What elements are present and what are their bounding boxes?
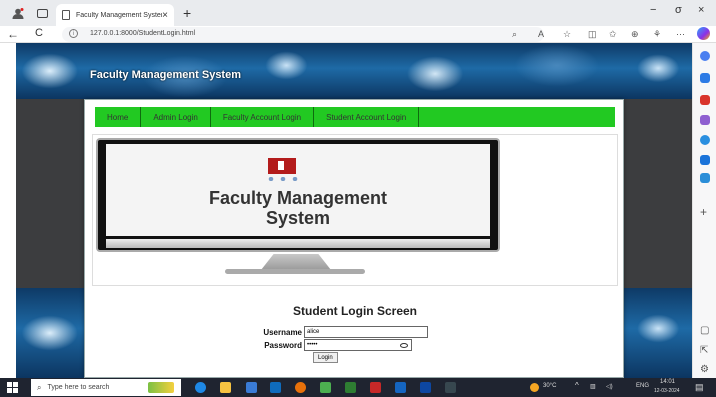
language-indicator[interactable]: ENG	[636, 383, 649, 389]
logo-dots	[268, 177, 298, 181]
outlook-icon[interactable]	[700, 155, 710, 165]
shopping-icon[interactable]	[700, 73, 710, 83]
clock-date[interactable]: 12-03-2024	[654, 388, 680, 394]
notifications-icon[interactable]: ▤	[695, 382, 704, 393]
minimize-button[interactable]: −	[650, 4, 656, 16]
browser-sidebar: + ▢ ⇱ ⚙	[692, 43, 716, 378]
browser-address-bar: ← C i 127.0.0.1:8000/StudentLogin.html ⌕…	[0, 26, 716, 43]
monitor-screen: Faculty Management System	[106, 144, 490, 236]
start-button-icon[interactable]	[7, 382, 18, 393]
login-title: Student Login Screen	[292, 304, 417, 318]
monitor-graphic: Faculty Management System	[96, 138, 500, 252]
app-icon-6[interactable]	[320, 382, 331, 393]
office-icon[interactable]	[700, 135, 710, 145]
nav-admin-login[interactable]: Admin Login	[141, 107, 211, 127]
monitor-base	[225, 269, 365, 274]
favorites-icon[interactable]: ✩	[609, 29, 617, 40]
drop-icon[interactable]	[700, 173, 710, 183]
split-screen-icon[interactable]: ◫	[588, 29, 597, 40]
split-window-icon[interactable]: ▢	[700, 325, 709, 336]
file-explorer-icon[interactable]	[220, 382, 231, 393]
tools-icon[interactable]	[700, 95, 710, 105]
show-password-icon[interactable]	[400, 342, 408, 348]
add-sidebar-icon[interactable]: +	[700, 205, 707, 219]
store-app-icon[interactable]	[246, 382, 257, 393]
weather-icon[interactable]	[530, 383, 539, 392]
app-icon-9[interactable]	[395, 382, 406, 393]
search-placeholder: Type here to search	[47, 384, 110, 391]
edge-app-icon[interactable]	[195, 382, 206, 393]
password-row: Password •••••	[260, 339, 412, 351]
vscode-app-icon[interactable]	[420, 382, 431, 393]
username-input[interactable]: alice	[304, 326, 428, 338]
password-label: Password	[264, 340, 302, 350]
site-info-icon[interactable]: i	[69, 29, 78, 38]
username-label: Username	[263, 327, 302, 337]
sidebar-settings-icon[interactable]: ⚙	[700, 364, 709, 375]
tab-close-button[interactable]: ×	[162, 10, 168, 21]
tab-actions-icon[interactable]	[37, 9, 48, 18]
search-page-icon[interactable]: ⌕	[512, 29, 517, 40]
banner-title-line1: Faculty Management	[208, 188, 388, 208]
nav-home[interactable]: Home	[95, 107, 142, 127]
favorite-star-icon[interactable]: ☆	[563, 29, 571, 40]
page-viewport: Faculty Management System Home Admin Log…	[16, 43, 692, 378]
chrome-app-icon[interactable]	[295, 382, 306, 393]
mail-app-icon[interactable]	[270, 382, 281, 393]
extensions-icon[interactable]: ⚘	[653, 29, 661, 40]
network-icon[interactable]: ▥	[590, 383, 596, 390]
monitor-chin	[106, 239, 490, 248]
monitor-stand	[261, 254, 331, 270]
more-icon[interactable]: ⋯	[676, 29, 685, 40]
presenter-logo-icon	[268, 158, 296, 174]
nav-faculty-login[interactable]: Faculty Account Login	[211, 107, 315, 127]
read-aloud-icon[interactable]: A	[538, 29, 544, 39]
username-row: Username alice	[260, 326, 428, 338]
volume-icon[interactable]: ◁)	[606, 383, 613, 390]
new-tab-button[interactable]: +	[183, 5, 191, 21]
terminal-app-icon[interactable]	[445, 382, 456, 393]
clock-time[interactable]: 14:01	[660, 379, 675, 385]
login-button[interactable]: Login	[313, 352, 338, 363]
restore-button[interactable]: σ	[675, 4, 682, 16]
nav-menu: Home Admin Login Faculty Account Login S…	[95, 107, 615, 127]
password-input[interactable]: •••••	[304, 339, 412, 351]
tray-overflow-icon[interactable]: ^	[575, 381, 579, 390]
back-button[interactable]: ←	[7, 27, 19, 41]
browser-tab-active[interactable]: Faculty Management System ×	[56, 4, 174, 26]
weather-temp[interactable]: 30°C	[543, 383, 556, 389]
banner-image: Faculty Management System	[92, 134, 618, 286]
app-icon-8[interactable]	[370, 382, 381, 393]
url-text: 127.0.0.1:8000/StudentLogin.html	[90, 30, 196, 37]
search-highlight-icon[interactable]	[148, 382, 174, 393]
collections-icon[interactable]: ⊕	[631, 29, 639, 40]
url-input[interactable]: i 127.0.0.1:8000/StudentLogin.html	[62, 27, 544, 42]
password-value: •••••	[307, 342, 318, 348]
games-icon[interactable]	[700, 115, 710, 125]
page-icon	[62, 10, 70, 20]
refresh-button[interactable]: C	[35, 27, 43, 39]
nav-student-login[interactable]: Student Account Login	[314, 107, 420, 127]
copilot-icon[interactable]	[697, 27, 710, 40]
tab-title: Faculty Management System	[76, 11, 163, 19]
windows-taskbar: ⌕ Type here to search 30°C ^ ▥ ◁) ENG 14…	[0, 378, 716, 397]
search-sidebar-icon[interactable]	[700, 51, 710, 61]
search-icon: ⌕	[37, 382, 42, 392]
profile-icon[interactable]	[12, 8, 24, 19]
app-icon-7[interactable]	[345, 382, 356, 393]
main-container: Home Admin Login Faculty Account Login S…	[84, 99, 624, 378]
site-title: Faculty Management System	[90, 69, 241, 81]
close-window-button[interactable]: ×	[698, 4, 704, 16]
external-link-icon[interactable]: ⇱	[700, 345, 708, 356]
browser-tab-bar: Faculty Management System × + − σ ×	[0, 0, 716, 26]
banner-title-line2: System	[265, 208, 331, 228]
